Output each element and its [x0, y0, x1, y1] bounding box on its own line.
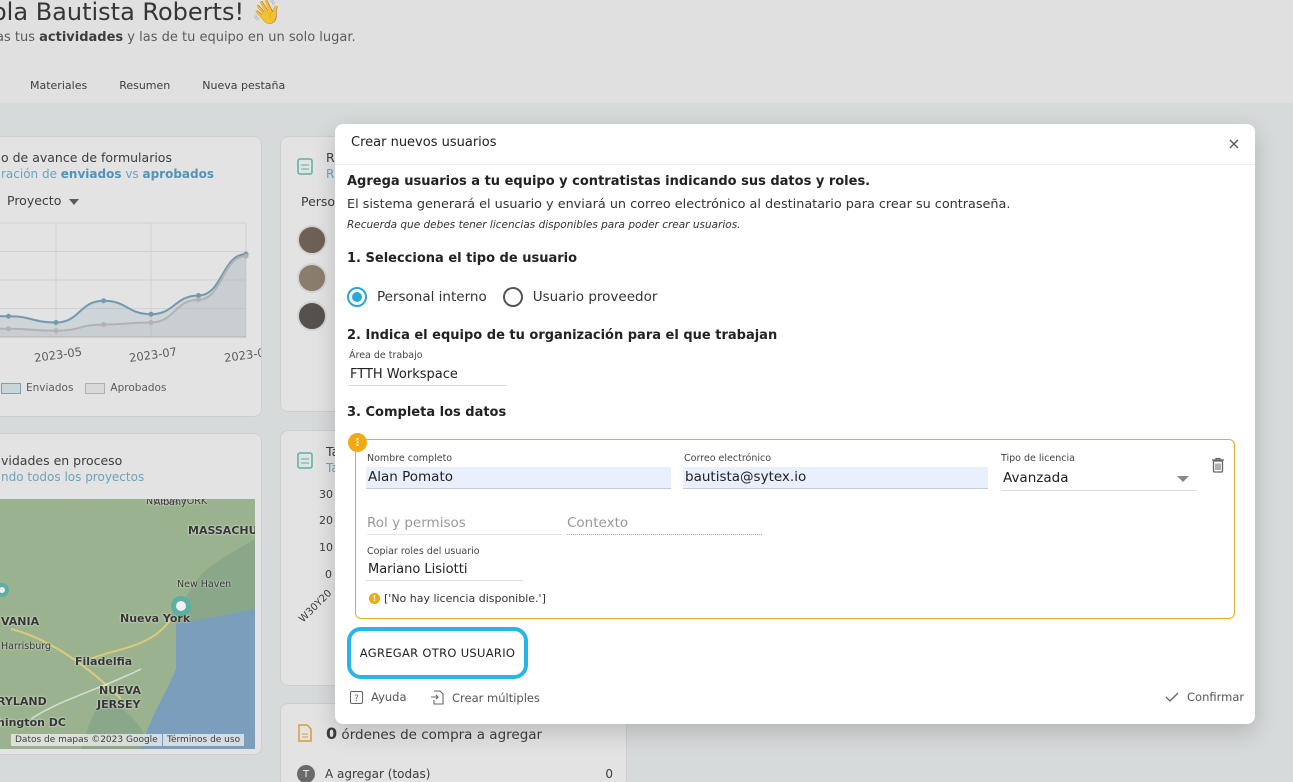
- email-field-label: Correo electrónico: [684, 453, 772, 464]
- user-type-radio-group: Personal interno Usuario proveedor: [347, 287, 673, 307]
- name-field-label: Nombre completo: [367, 453, 453, 464]
- area-field[interactable]: FTTH Workspace: [348, 365, 507, 386]
- create-users-dialog: Crear nuevos usuarios × Agrega usuarios …: [335, 124, 1255, 724]
- dialog-intro-heading: Agrega usuarios a tu equipo y contratist…: [347, 174, 871, 189]
- step-team-heading: 2. Indica el equipo de tu organización p…: [347, 328, 778, 343]
- radio-personal-interno[interactable]: Personal interno: [347, 287, 487, 307]
- copy-roles-field[interactable]: Mariano Lisiotti: [366, 560, 523, 581]
- chevron-down-icon: [1177, 476, 1189, 482]
- radio-usuario-proveedor[interactable]: Usuario proveedor: [502, 287, 657, 307]
- step-details-heading: 3. Completa los datos: [347, 405, 507, 420]
- add-another-user-button[interactable]: AGREGAR OTRO USUARIO: [347, 627, 528, 679]
- copy-roles-field-label: Copiar roles del usuario: [367, 546, 480, 557]
- roles-permissions-field[interactable]: Rol y permisos: [367, 515, 562, 535]
- context-field[interactable]: Contexto: [567, 515, 762, 535]
- help-button[interactable]: ? Ayuda: [350, 690, 407, 704]
- name-input[interactable]: Alan Pomato: [366, 467, 671, 489]
- close-icon[interactable]: ×: [1224, 134, 1244, 154]
- trash-icon[interactable]: [1211, 457, 1225, 473]
- license-error-message: ! ['No hay licencia disponible.']: [369, 592, 546, 605]
- svg-text:?: ?: [354, 694, 359, 704]
- warning-icon: !: [369, 593, 380, 604]
- radio-checked-icon[interactable]: [347, 287, 367, 307]
- create-multiple-button[interactable]: Crear múltiples: [430, 690, 540, 705]
- confirm-button[interactable]: Confirmar: [1165, 690, 1244, 704]
- license-field-label: Tipo de licencia: [1001, 453, 1075, 464]
- dialog-license-note: Recuerda que debes tener licencias dispo…: [347, 219, 741, 231]
- import-file-icon: [431, 690, 444, 705]
- check-icon: [1165, 692, 1179, 702]
- area-field-label: Área de trabajo: [349, 350, 423, 361]
- dialog-title: Crear nuevos usuarios: [351, 135, 497, 150]
- dialog-intro-text: El sistema generará el usuario y enviará…: [347, 197, 1011, 212]
- license-select[interactable]: Avanzada: [1001, 467, 1197, 491]
- help-icon: ?: [350, 690, 363, 704]
- step-user-type-heading: 1. Selecciona el tipo de usuario: [347, 251, 578, 266]
- email-input[interactable]: bautista@sytex.io: [683, 467, 988, 489]
- user-entry-row: Nombre completo Alan Pomato Correo elect…: [355, 439, 1235, 619]
- radio-unchecked-icon[interactable]: [502, 287, 523, 307]
- divider: [335, 164, 1255, 165]
